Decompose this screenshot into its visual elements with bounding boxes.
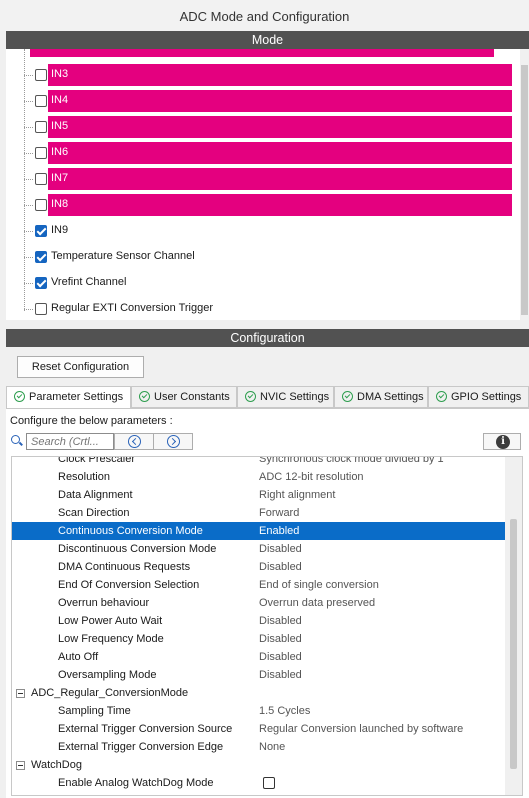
param-row-discontinuous-conversion-mode[interactable]: Discontinuous Conversion Mode Disabled <box>12 540 505 558</box>
channel-row-in5[interactable]: IN5 <box>24 116 512 138</box>
check-circle-icon <box>342 390 353 402</box>
tab-nvic-settings[interactable]: NVIC Settings <box>237 386 334 408</box>
channel-label: IN6 <box>51 146 69 158</box>
parameter-scrollbar[interactable] <box>505 457 522 795</box>
search-icon <box>11 435 20 444</box>
channel-row-in3[interactable]: IN3 <box>24 64 512 86</box>
param-row-auto-off[interactable]: Auto Off Disabled <box>12 648 505 666</box>
collapse-icon[interactable] <box>16 761 25 770</box>
mode-scrollbar-thumb[interactable] <box>521 65 528 315</box>
param-row-continuous-conversion-mode[interactable]: Continuous Conversion Mode Enabled <box>12 522 505 540</box>
channel-checkbox[interactable] <box>35 173 47 185</box>
param-row-external-trigger-edge[interactable]: External Trigger Conversion Edge None <box>12 738 505 756</box>
channel-label: IN5 <box>51 120 69 132</box>
channel-row-in6[interactable]: IN6 <box>24 142 512 164</box>
parameter-settings-body: Configure the below parameters : i Clock… <box>6 408 529 798</box>
param-row-low-power-auto-wait[interactable]: Low Power Auto Wait Disabled <box>12 612 505 630</box>
param-row-low-frequency-mode[interactable]: Low Frequency Mode Disabled <box>12 630 505 648</box>
channel-label: Regular EXTI Conversion Trigger <box>51 302 214 314</box>
configure-parameters-label: Configure the below parameters : <box>10 415 173 427</box>
channel-checkbox[interactable] <box>35 251 47 263</box>
param-group-adc-regular-conversionmode[interactable]: ADC_Regular_ConversionMode <box>12 684 505 702</box>
window-title: ADC Mode and Configuration <box>0 0 529 31</box>
param-row-external-trigger-source[interactable]: External Trigger Conversion Source Regul… <box>12 720 505 738</box>
search-input[interactable] <box>26 433 114 450</box>
channel-label: Temperature Sensor Channel <box>51 250 195 262</box>
channel-checkbox[interactable] <box>35 121 47 133</box>
channel-row-in4[interactable]: IN4 <box>24 90 512 112</box>
channel-row-regular-exti-trigger[interactable]: Regular EXTI Conversion Trigger <box>24 298 494 320</box>
channel-label: IN4 <box>51 94 69 106</box>
parameter-scrollbar-thumb[interactable] <box>510 519 517 769</box>
channel-checkbox[interactable] <box>35 225 47 237</box>
channel-checkbox[interactable] <box>35 69 47 81</box>
channel-row-vrefint[interactable]: Vrefint Channel <box>24 272 494 294</box>
param-row-sampling-time[interactable]: Sampling Time 1.5 Cycles <box>12 702 505 720</box>
reset-configuration-button[interactable]: Reset Configuration <box>17 356 144 378</box>
tab-user-constants[interactable]: User Constants <box>131 386 237 408</box>
chevron-right-icon <box>167 435 180 448</box>
collapse-icon[interactable] <box>16 689 25 698</box>
check-circle-icon <box>245 390 256 402</box>
info-button[interactable]: i <box>483 433 521 450</box>
configuration-header: Configuration <box>6 329 529 347</box>
channel-checkbox[interactable] <box>35 199 47 211</box>
channel-label: Vrefint Channel <box>51 276 127 288</box>
channel-row-in9[interactable]: IN9 <box>24 220 494 242</box>
param-row-oversampling-mode[interactable]: Oversampling Mode Disabled <box>12 666 505 684</box>
parameter-table: Clock Prescaler Synchronous clock mode d… <box>11 456 523 796</box>
check-circle-icon <box>139 390 150 402</box>
mode-panel: IN3 IN4 IN5 IN6 IN7 IN8 IN9 Temperature … <box>6 49 529 320</box>
param-row-enable-analog-watchdog[interactable]: Enable Analog WatchDog Mode <box>12 774 505 792</box>
channel-label: IN7 <box>51 172 69 184</box>
channel-row-in8[interactable]: IN8 <box>24 194 512 216</box>
channel-checkbox[interactable] <box>35 147 47 159</box>
param-row-dma-continuous-requests[interactable]: DMA Continuous Requests Disabled <box>12 558 505 576</box>
search-previous-button[interactable] <box>114 433 154 450</box>
configuration-panel: Reset Configuration Parameter Settings U… <box>6 347 529 798</box>
check-circle-icon <box>14 390 25 402</box>
tab-gpio-settings[interactable]: GPIO Settings <box>428 386 529 408</box>
check-circle-icon <box>436 390 447 402</box>
channel-row-partial <box>30 49 494 57</box>
search-next-button[interactable] <box>153 433 193 450</box>
param-group-watchdog[interactable]: WatchDog <box>12 756 505 774</box>
param-row-end-of-conversion-selection[interactable]: End Of Conversion Selection End of singl… <box>12 576 505 594</box>
param-row-overrun-behaviour[interactable]: Overrun behaviour Overrun data preserved <box>12 594 505 612</box>
param-row-clock-prescaler[interactable]: Clock Prescaler Synchronous clock mode d… <box>12 457 505 468</box>
mode-header: Mode <box>6 31 529 49</box>
chevron-left-icon <box>128 435 141 448</box>
param-row-scan-direction[interactable]: Scan Direction Forward <box>12 504 505 522</box>
tab-dma-settings[interactable]: DMA Settings <box>334 386 428 408</box>
channel-row-in7[interactable]: IN7 <box>24 168 512 190</box>
param-row-data-alignment[interactable]: Data Alignment Right alignment <box>12 486 505 504</box>
channel-label: IN3 <box>51 68 69 80</box>
channel-label: IN8 <box>51 198 69 210</box>
channel-checkbox[interactable] <box>35 303 47 315</box>
tab-bar: Parameter Settings User Constants NVIC S… <box>6 386 529 409</box>
watchdog-checkbox[interactable] <box>263 777 275 789</box>
channel-checkbox[interactable] <box>35 277 47 289</box>
channel-label: IN9 <box>51 224 69 236</box>
channel-row-temperature-sensor[interactable]: Temperature Sensor Channel <box>24 246 494 268</box>
channel-checkbox[interactable] <box>35 95 47 107</box>
param-row-resolution[interactable]: Resolution ADC 12-bit resolution <box>12 468 505 486</box>
tab-parameter-settings[interactable]: Parameter Settings <box>6 386 131 409</box>
mode-scrollbar[interactable] <box>520 49 529 320</box>
info-icon: i <box>496 435 510 449</box>
